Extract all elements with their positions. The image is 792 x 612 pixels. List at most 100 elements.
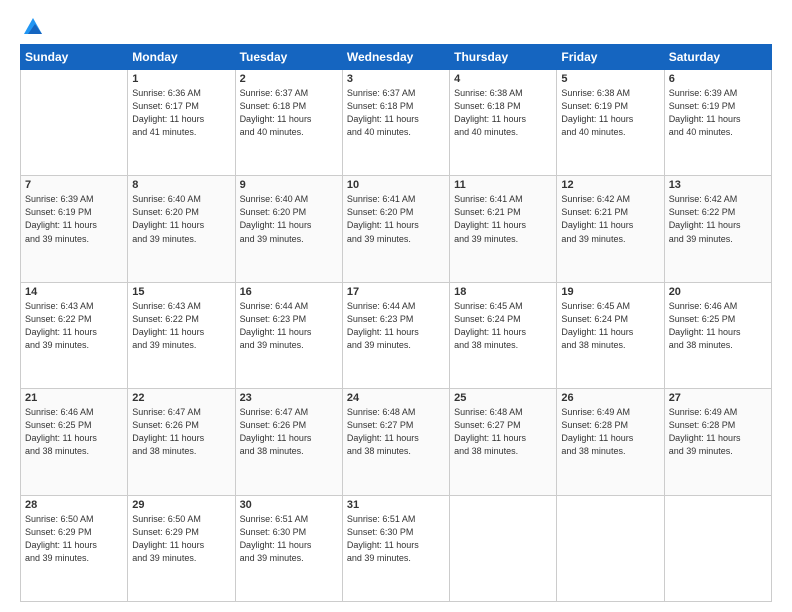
calendar-cell: 2 Sunrise: 6:37 AM Sunset: 6:18 PM Daylig…: [235, 70, 342, 176]
calendar-cell: 8 Sunrise: 6:40 AM Sunset: 6:20 PM Daylig…: [128, 176, 235, 282]
day-number: 8: [132, 179, 230, 191]
calendar-cell: 28 Sunrise: 6:50 AM Sunset: 6:29 PM Dayli…: [21, 495, 128, 601]
calendar-cell: 23 Sunrise: 6:47 AM Sunset: 6:26 PM Dayli…: [235, 389, 342, 495]
calendar-cell: 14 Sunrise: 6:43 AM Sunset: 6:22 PM Dayli…: [21, 282, 128, 388]
calendar-cell: 22 Sunrise: 6:47 AM Sunset: 6:26 PM Dayli…: [128, 389, 235, 495]
calendar-header-row: SundayMondayTuesdayWednesdayThursdayFrid…: [21, 45, 772, 70]
day-info: Sunrise: 6:46 AM Sunset: 6:25 PM Dayligh…: [25, 406, 123, 458]
calendar-cell: 19Sunrise: 6:45 AM Sunset: 6:24 PM Dayli…: [557, 282, 664, 388]
day-number: 23: [240, 392, 338, 404]
day-info: Sunrise: 6:45 AM Sunset: 6:24 PM Dayligh…: [561, 300, 659, 352]
day-number: 24: [347, 392, 445, 404]
calendar-cell: 10 Sunrise: 6:41 AM Sunset: 6:20 PM Dayli…: [342, 176, 449, 282]
day-info: Sunrise: 6:42 AM Sunset: 6:21 PM Dayligh…: [561, 193, 659, 245]
day-info: Sunrise: 6:49 AM Sunset: 6:28 PM Dayligh…: [669, 406, 767, 458]
day-number: 28: [25, 499, 123, 511]
day-info: Sunrise: 6:47 AM Sunset: 6:26 PM Dayligh…: [240, 406, 338, 458]
calendar-cell: 27Sunrise: 6:49 AM Sunset: 6:28 PM Dayli…: [664, 389, 771, 495]
day-info: Sunrise: 6:48 AM Sunset: 6:27 PM Dayligh…: [347, 406, 445, 458]
calendar-cell: 15Sunrise: 6:43 AM Sunset: 6:22 PM Dayli…: [128, 282, 235, 388]
day-info: Sunrise: 6:49 AM Sunset: 6:28 PM Dayligh…: [561, 406, 659, 458]
day-info: Sunrise: 6:36 AM Sunset: 6:17 PM Dayligh…: [132, 87, 230, 139]
day-number: 25: [454, 392, 552, 404]
day-number: 18: [454, 286, 552, 298]
day-number: 22: [132, 392, 230, 404]
calendar-cell: 1 Sunrise: 6:36 AM Sunset: 6:17 PM Daylig…: [128, 70, 235, 176]
calendar-cell: 26 Sunrise: 6:49 AM Sunset: 6:28 PM Dayli…: [557, 389, 664, 495]
day-number: 29: [132, 499, 230, 511]
day-number: 9: [240, 179, 338, 191]
day-info: Sunrise: 6:37 AM Sunset: 6:18 PM Dayligh…: [347, 87, 445, 139]
calendar-cell: 31Sunrise: 6:51 AM Sunset: 6:30 PM Dayli…: [342, 495, 449, 601]
calendar-cell: 17 Sunrise: 6:44 AM Sunset: 6:23 PM Dayli…: [342, 282, 449, 388]
calendar-cell: 24 Sunrise: 6:48 AM Sunset: 6:27 PM Dayli…: [342, 389, 449, 495]
day-info: Sunrise: 6:45 AM Sunset: 6:24 PM Dayligh…: [454, 300, 552, 352]
weekday-header: Monday: [128, 45, 235, 70]
calendar-cell: 16 Sunrise: 6:44 AM Sunset: 6:23 PM Dayli…: [235, 282, 342, 388]
day-info: Sunrise: 6:41 AM Sunset: 6:21 PM Dayligh…: [454, 193, 552, 245]
day-number: 21: [25, 392, 123, 404]
day-info: Sunrise: 6:43 AM Sunset: 6:22 PM Dayligh…: [25, 300, 123, 352]
day-number: 12: [561, 179, 659, 191]
day-info: Sunrise: 6:39 AM Sunset: 6:19 PM Dayligh…: [669, 87, 767, 139]
calendar-cell: [557, 495, 664, 601]
day-number: 17: [347, 286, 445, 298]
calendar-cell: 4 Sunrise: 6:38 AM Sunset: 6:18 PM Daylig…: [450, 70, 557, 176]
day-info: Sunrise: 6:48 AM Sunset: 6:27 PM Dayligh…: [454, 406, 552, 458]
calendar-cell: [664, 495, 771, 601]
day-info: Sunrise: 6:42 AM Sunset: 6:22 PM Dayligh…: [669, 193, 767, 245]
day-number: 26: [561, 392, 659, 404]
weekday-header: Friday: [557, 45, 664, 70]
day-number: 1: [132, 73, 230, 85]
day-info: Sunrise: 6:40 AM Sunset: 6:20 PM Dayligh…: [132, 193, 230, 245]
day-number: 16: [240, 286, 338, 298]
day-info: Sunrise: 6:44 AM Sunset: 6:23 PM Dayligh…: [347, 300, 445, 352]
logo: [20, 16, 44, 34]
day-info: Sunrise: 6:50 AM Sunset: 6:29 PM Dayligh…: [25, 513, 123, 565]
calendar-cell: 13 Sunrise: 6:42 AM Sunset: 6:22 PM Dayli…: [664, 176, 771, 282]
day-info: Sunrise: 6:43 AM Sunset: 6:22 PM Dayligh…: [132, 300, 230, 352]
day-number: 14: [25, 286, 123, 298]
calendar-week-row: 1 Sunrise: 6:36 AM Sunset: 6:17 PM Daylig…: [21, 70, 772, 176]
calendar-cell: 11 Sunrise: 6:41 AM Sunset: 6:21 PM Dayli…: [450, 176, 557, 282]
weekday-header: Saturday: [664, 45, 771, 70]
weekday-header: Tuesday: [235, 45, 342, 70]
day-info: Sunrise: 6:39 AM Sunset: 6:19 PM Dayligh…: [25, 193, 123, 245]
day-number: 6: [669, 73, 767, 85]
calendar-table: SundayMondayTuesdayWednesdayThursdayFrid…: [20, 44, 772, 602]
calendar-cell: 18 Sunrise: 6:45 AM Sunset: 6:24 PM Dayli…: [450, 282, 557, 388]
calendar-cell: [21, 70, 128, 176]
page: SundayMondayTuesdayWednesdayThursdayFrid…: [0, 0, 792, 612]
day-number: 2: [240, 73, 338, 85]
day-number: 5: [561, 73, 659, 85]
logo-icon: [22, 16, 44, 38]
calendar-cell: 3 Sunrise: 6:37 AM Sunset: 6:18 PM Daylig…: [342, 70, 449, 176]
calendar-cell: 12 Sunrise: 6:42 AM Sunset: 6:21 PM Dayli…: [557, 176, 664, 282]
day-number: 3: [347, 73, 445, 85]
calendar-week-row: 21 Sunrise: 6:46 AM Sunset: 6:25 PM Dayli…: [21, 389, 772, 495]
calendar-cell: 20Sunrise: 6:46 AM Sunset: 6:25 PM Dayli…: [664, 282, 771, 388]
calendar-cell: 30Sunrise: 6:51 AM Sunset: 6:30 PM Dayli…: [235, 495, 342, 601]
day-info: Sunrise: 6:38 AM Sunset: 6:18 PM Dayligh…: [454, 87, 552, 139]
calendar-cell: 25 Sunrise: 6:48 AM Sunset: 6:27 PM Dayli…: [450, 389, 557, 495]
day-info: Sunrise: 6:51 AM Sunset: 6:30 PM Dayligh…: [347, 513, 445, 565]
day-number: 11: [454, 179, 552, 191]
calendar-cell: 6 Sunrise: 6:39 AM Sunset: 6:19 PM Daylig…: [664, 70, 771, 176]
calendar-cell: 7Sunrise: 6:39 AM Sunset: 6:19 PM Daylig…: [21, 176, 128, 282]
day-info: Sunrise: 6:37 AM Sunset: 6:18 PM Dayligh…: [240, 87, 338, 139]
day-info: Sunrise: 6:40 AM Sunset: 6:20 PM Dayligh…: [240, 193, 338, 245]
day-number: 10: [347, 179, 445, 191]
day-info: Sunrise: 6:50 AM Sunset: 6:29 PM Dayligh…: [132, 513, 230, 565]
weekday-header: Thursday: [450, 45, 557, 70]
day-number: 13: [669, 179, 767, 191]
calendar-cell: [450, 495, 557, 601]
day-number: 4: [454, 73, 552, 85]
day-info: Sunrise: 6:41 AM Sunset: 6:20 PM Dayligh…: [347, 193, 445, 245]
calendar-cell: 21 Sunrise: 6:46 AM Sunset: 6:25 PM Dayli…: [21, 389, 128, 495]
header: [20, 16, 772, 34]
day-number: 30: [240, 499, 338, 511]
day-info: Sunrise: 6:44 AM Sunset: 6:23 PM Dayligh…: [240, 300, 338, 352]
weekday-header: Sunday: [21, 45, 128, 70]
day-info: Sunrise: 6:47 AM Sunset: 6:26 PM Dayligh…: [132, 406, 230, 458]
calendar-week-row: 14 Sunrise: 6:43 AM Sunset: 6:22 PM Dayli…: [21, 282, 772, 388]
